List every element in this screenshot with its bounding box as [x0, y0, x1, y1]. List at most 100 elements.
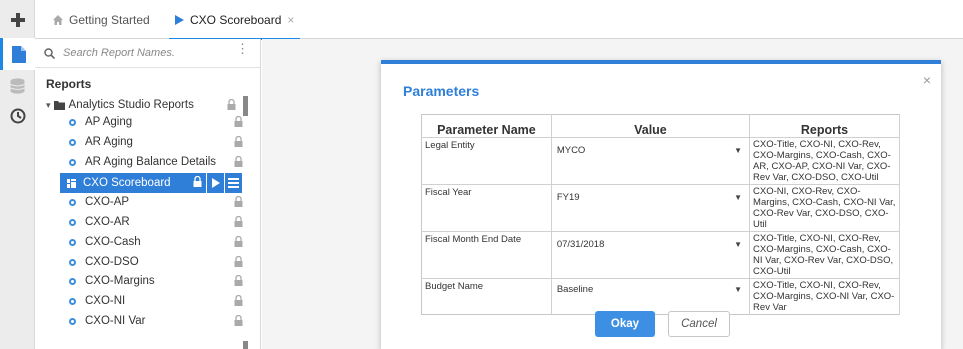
table-header-row: Parameter Name Value Reports [421, 114, 900, 138]
home-icon [53, 14, 63, 25]
history-icon[interactable] [0, 100, 35, 132]
report-label: CXO-Cash [85, 236, 141, 248]
table-row: Fiscal Month End Date 07/31/2018 ▼ CXO-T… [421, 231, 900, 279]
run-report-button[interactable] [207, 173, 224, 193]
okay-button[interactable]: Okay [595, 311, 655, 337]
report-item-cxo-ap[interactable]: CXO-AP [59, 192, 247, 212]
parameter-reports: CXO-Title, CXO-NI, CXO-Rev, CXO-Margins,… [749, 137, 900, 185]
dropdown-arrow-icon[interactable]: ▼ [734, 284, 742, 295]
report-item-ap-aging[interactable]: AP Aging [59, 112, 247, 132]
dropdown-arrow-icon[interactable]: ▼ [734, 145, 742, 156]
report-item-cxo-scoreboard[interactable]: CXO Scoreboard [60, 173, 242, 193]
select-value: Baseline [556, 284, 594, 295]
table-row: Budget Name Baseline ▼ CXO-Title, CXO-NI… [421, 278, 900, 315]
parameter-name: Fiscal Year [421, 184, 552, 232]
report-dot-icon [69, 218, 76, 226]
parameter-reports: CXO-NI, CXO-Rev, CXO-Margins, CXO-Cash, … [749, 184, 900, 232]
play-icon [175, 14, 184, 25]
parameter-reports: CXO-Title, CXO-NI, CXO-Rev, CXO-Margins,… [749, 278, 900, 315]
dropdown-arrow-icon[interactable]: ▼ [734, 192, 742, 203]
cancel-button[interactable]: Cancel [668, 311, 730, 337]
report-item-cxo-margins[interactable]: CXO-Margins [59, 271, 247, 291]
tab-bar: Getting Started CXO Scoreboard × [35, 0, 963, 40]
tab-getting-started[interactable]: Getting Started [53, 0, 150, 39]
select-value: 07/31/2018 [556, 239, 605, 250]
lock-icon [234, 195, 243, 210]
lock-icon [234, 314, 243, 329]
parameter-value-select[interactable]: FY19 ▼ [551, 184, 751, 232]
report-item-cxo-ar[interactable]: CXO-AR [59, 212, 247, 232]
scrollbar-thumb[interactable] [243, 96, 248, 116]
lock-icon [227, 98, 236, 113]
report-dot-icon [69, 158, 76, 166]
lock-icon [234, 115, 243, 130]
report-label: CXO-NI [85, 295, 126, 307]
search-bar[interactable]: Search Report Names. ⋮ [35, 39, 261, 68]
close-icon[interactable]: × [287, 13, 294, 27]
report-dot-icon [69, 138, 76, 146]
parameter-name: Legal Entity [421, 137, 552, 185]
lock-icon [234, 215, 243, 230]
report-label: CXO-AR [85, 216, 130, 228]
report-dot-icon [69, 238, 76, 246]
report-menu-button[interactable] [225, 173, 242, 193]
scrollbar-thumb-bottom[interactable] [243, 341, 248, 349]
select-value: FY19 [556, 192, 580, 203]
report-label: CXO-NI Var [85, 315, 146, 327]
table-row: Legal Entity MYCO ▼ CXO-Title, CXO-NI, C… [421, 137, 900, 185]
lock-icon [234, 235, 243, 250]
parameter-value-select[interactable]: Baseline ▼ [551, 278, 751, 315]
tab-label: CXO Scoreboard [190, 12, 282, 27]
more-options-icon[interactable]: ⋮ [236, 42, 249, 55]
report-item-cxo-ni-var[interactable]: CXO-NI Var [59, 311, 247, 331]
report-item-ar-aging-balance-details[interactable]: AR Aging Balance Details [59, 152, 247, 172]
parameter-value-input[interactable]: 07/31/2018 ▼ [551, 231, 751, 279]
lock-icon [234, 255, 243, 270]
lock-icon [234, 274, 243, 289]
database-icon[interactable] [0, 70, 35, 102]
parameter-value-select[interactable]: MYCO ▼ [551, 137, 751, 185]
dropdown-arrow-icon[interactable]: ▼ [734, 239, 742, 250]
parameter-name: Budget Name [421, 278, 552, 315]
reports-heading: Reports [46, 77, 92, 91]
column-header: Value [551, 114, 751, 138]
chevron-down-icon[interactable]: ▾ [46, 100, 51, 111]
selected-report[interactable]: CXO Scoreboard [60, 173, 206, 193]
dashboard-icon [67, 178, 76, 188]
report-dot-icon [69, 297, 76, 305]
column-header: Parameter Name [421, 114, 552, 138]
column-header: Reports [749, 114, 900, 138]
report-label: AR Aging [85, 136, 133, 148]
lock-icon [193, 175, 202, 190]
lock-icon [234, 155, 243, 170]
close-icon[interactable]: × [923, 72, 931, 88]
report-label: AR Aging Balance Details [85, 156, 217, 168]
report-label: CXO Scoreboard [83, 177, 171, 189]
hamburger-icon [228, 178, 239, 188]
play-icon [211, 178, 220, 188]
add-icon[interactable] [0, 4, 35, 36]
report-item-cxo-ni[interactable]: CXO-NI [59, 291, 247, 311]
report-label: CXO-AP [85, 196, 130, 208]
tab-cxo-scoreboard[interactable]: CXO Scoreboard × [169, 0, 301, 40]
parameter-name: Fiscal Month End Date [421, 231, 552, 279]
lock-icon [234, 135, 243, 150]
parameters-table: Parameter Name Value Reports Legal Entit… [421, 114, 900, 315]
folder-label: Analytics Studio Reports [68, 99, 194, 111]
report-icon[interactable] [0, 38, 35, 70]
report-item-cxo-dso[interactable]: CXO-DSO [59, 252, 247, 272]
report-item-ar-aging[interactable]: AR Aging [59, 132, 247, 152]
icon-rail [0, 0, 35, 349]
reports-sidebar: Search Report Names. ⋮ Reports ▾ Analyti… [35, 39, 261, 349]
report-dot-icon [69, 198, 76, 206]
report-dot-icon [69, 118, 76, 126]
parameter-reports: CXO-Title, CXO-NI, CXO-Rev, CXO-Margins,… [749, 231, 900, 279]
search-input[interactable]: Search Report Names. [63, 47, 175, 59]
report-label: CXO-DSO [85, 256, 139, 268]
parameters-dialog: Parameters × Parameter Name Value Report… [381, 60, 941, 349]
folder-icon [53, 100, 65, 110]
search-icon [44, 47, 55, 59]
report-item-cxo-cash[interactable]: CXO-Cash [59, 232, 247, 252]
report-label: AP Aging [85, 116, 133, 128]
table-row: Fiscal Year FY19 ▼ CXO-NI, CXO-Rev, CXO-… [421, 184, 900, 232]
